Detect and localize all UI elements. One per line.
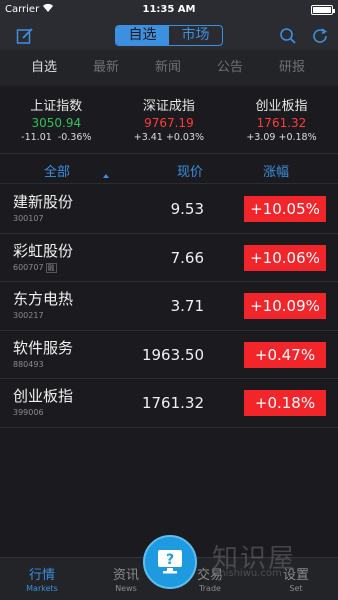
stock-price: 1761.32 [141, 394, 204, 412]
index-summary: 上证指数 3050.94 -11.01 -0.36% 深证成指 9767.19 … [0, 86, 338, 154]
index-name: 上证指数 [30, 99, 83, 114]
table-row[interactable]: 彩虹股份 600707 融 7.66 +10.06% [0, 234, 338, 282]
tab-watchlist[interactable]: 自选 [13, 50, 75, 86]
edit-icon[interactable] [16, 27, 34, 45]
segment-control: 自选 市场 [115, 25, 223, 46]
table-row[interactable]: 建新股份 300107 9.53 +10.05% [0, 185, 338, 234]
table-row[interactable]: 软件服务 880493 1963.50 +0.47% [0, 331, 338, 379]
tab-news[interactable]: 新闻 [137, 50, 199, 86]
index-card[interactable]: 深证成指 9767.19 +3.41 +0.03% [113, 86, 226, 153]
stock-name: 创业板指 [13, 387, 74, 405]
margin-tag: 融 [45, 262, 57, 273]
table-row[interactable]: 创业板指 399006 1761.32 +0.18% [0, 379, 338, 428]
stock-name: 东方电热 [13, 290, 74, 308]
change-badge[interactable]: +0.47% [244, 341, 326, 368]
index-value: 3050.94 [31, 116, 82, 130]
watermark-url: zhishiwu.com [214, 568, 282, 579]
tab-announcements[interactable]: 公告 [199, 50, 261, 86]
stock-code: 880493 [13, 359, 44, 369]
nav-bar: 自选 市场 [0, 20, 338, 50]
change-header[interactable]: 涨幅 [263, 161, 289, 180]
stock-code: 600707 融 [13, 262, 57, 273]
sub-tabs: 自选 最新 新闻 公告 研报 [0, 50, 338, 86]
change-badge[interactable]: +10.06% [244, 244, 326, 271]
index-value: 9767.19 [144, 116, 194, 130]
battery-icon [311, 5, 335, 15]
help-monitor-icon: ? [158, 550, 182, 574]
refresh-icon[interactable] [311, 27, 329, 45]
index-card[interactable]: 上证指数 3050.94 -11.01 -0.36% [0, 86, 113, 153]
segment-watchlist[interactable]: 自选 [116, 26, 169, 45]
index-change: +3.41 +0.03% [133, 132, 205, 143]
index-name: 创业板指 [255, 99, 308, 114]
stock-price: 9.53 [170, 200, 204, 218]
index-change: +3.09 +0.18% [246, 132, 317, 143]
index-value: 1761.32 [256, 116, 307, 130]
table-header: 全部 现价 涨幅 [0, 154, 338, 184]
svg-text:?: ? [166, 552, 174, 568]
sort-triangle-icon [103, 174, 109, 178]
filter-all-header[interactable]: 全部 [44, 161, 70, 180]
status-bar: Carrier 11:35 AM [0, 0, 338, 20]
help-button[interactable]: ? [143, 535, 197, 589]
stock-code: 399006 [13, 408, 44, 417]
tab-latest[interactable]: 最新 [75, 50, 137, 86]
tab-research[interactable]: 研报 [261, 50, 323, 86]
stock-code: 300217 [13, 311, 44, 320]
segment-market[interactable]: 市场 [169, 26, 222, 45]
stock-price: 3.71 [170, 297, 204, 315]
stock-price: 1963.50 [141, 345, 204, 364]
stock-code: 300107 [13, 214, 44, 223]
search-icon[interactable] [279, 27, 297, 45]
price-header[interactable]: 现价 [177, 161, 203, 180]
clock: 11:35 AM [142, 4, 196, 15]
stock-name: 彩虹股份 [13, 241, 74, 260]
stock-list: 建新股份 300107 9.53 +10.05% 彩虹股份 600707 融 7.… [0, 185, 338, 428]
stock-name: 软件服务 [13, 338, 74, 357]
stock-name: 建新股份 [13, 193, 74, 211]
tabbar-markets[interactable]: 行情 Markets [12, 564, 72, 593]
change-badge[interactable]: +10.09% [244, 293, 326, 319]
change-badge[interactable]: +10.05% [244, 196, 326, 222]
index-change: -11.01 -0.36% [21, 132, 92, 143]
change-badge[interactable]: +0.18% [244, 390, 326, 416]
index-card[interactable]: 创业板指 1761.32 +3.09 +0.18% [225, 86, 338, 153]
stock-price: 7.66 [170, 248, 204, 267]
index-name: 深证成指 [142, 99, 195, 114]
table-row[interactable]: 东方电热 300217 3.71 +10.09% [0, 282, 338, 331]
